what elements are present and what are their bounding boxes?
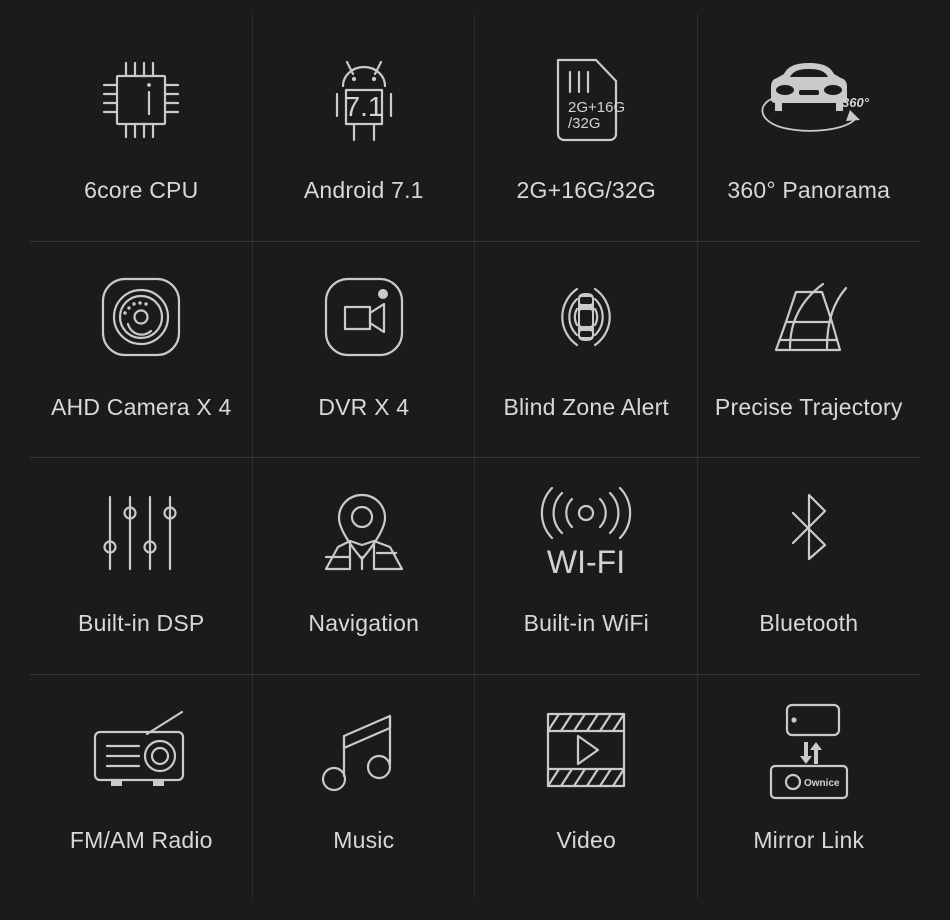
feature-label: Bluetooth	[759, 610, 859, 636]
cpu-chip-icon	[93, 38, 189, 162]
feature-grid: 6core CPU 7.1 Android 7.1 2G+16G /32G 2G…	[0, 0, 950, 920]
car-360-panorama-icon: 360°	[744, 38, 874, 162]
feature-card-mirror-link[interactable]: Ownice Mirror Link	[698, 674, 921, 891]
map-pin-icon	[316, 471, 412, 595]
sim-capacity-line2: /32G	[568, 115, 601, 132]
feature-card-dvr[interactable]: DVR X 4	[252, 230, 476, 465]
android-robot-icon: 7.1	[316, 38, 412, 162]
feature-card-memory-storage[interactable]: 2G+16G /32G 2G+16G/32G	[475, 14, 698, 248]
feature-label: DVR X 4	[318, 393, 410, 420]
feature-card-blind-zone-alert[interactable]: Blind Zone Alert	[475, 230, 698, 465]
blind-zone-radar-icon	[536, 255, 636, 379]
feature-label: Android 7.1	[303, 177, 424, 203]
feature-card-video[interactable]: Video	[475, 663, 698, 898]
feature-card-android-71[interactable]: 7.1 Android 7.1	[252, 14, 476, 248]
bluetooth-icon	[769, 471, 849, 595]
android-version-text: 7.1	[344, 91, 383, 122]
feature-label: Music	[333, 826, 395, 853]
wifi-text: WI-FI	[547, 544, 625, 580]
feature-card-precise-trajectory[interactable]: Precise Trajectory	[697, 241, 921, 458]
equalizer-sliders-icon	[96, 471, 186, 595]
feature-card-navigation[interactable]: Navigation	[252, 447, 476, 681]
feature-label: 2G+16G/32G	[516, 177, 656, 203]
ownice-brand-text: Ownice	[804, 778, 840, 789]
feature-label: Precise Trajectory	[714, 393, 903, 420]
feature-label: 6core CPU	[84, 177, 199, 203]
music-note-icon	[320, 688, 408, 812]
feature-card-fm-am-radio[interactable]: FM/AM Radio	[30, 663, 253, 898]
feature-card-bluetooth[interactable]: Bluetooth	[697, 457, 921, 674]
feature-label: Built-in DSP	[78, 610, 205, 636]
feature-card-6core-cpu[interactable]: 6core CPU	[30, 14, 253, 248]
feature-label: FM/AM Radio	[69, 826, 213, 853]
radio-icon	[87, 688, 195, 812]
feature-label: 360° Panorama	[727, 177, 891, 203]
wifi-signal-icon: WI-FI	[534, 471, 638, 595]
feature-card-built-in-wifi[interactable]: WI-FI Built-in WiFi	[475, 447, 698, 681]
feature-label: Blind Zone Alert	[503, 393, 670, 420]
feature-label: AHD Camera X 4	[51, 393, 232, 420]
parking-trajectory-icon	[760, 255, 858, 379]
feature-card-360-panorama[interactable]: 360° 360° Panorama	[697, 24, 921, 241]
feature-label: Navigation	[308, 610, 420, 636]
mirror-link-icon: Ownice	[757, 688, 861, 812]
camera-lens-icon	[95, 255, 187, 379]
panorama-degree-text: 360°	[842, 95, 870, 110]
feature-label: Mirror Link	[753, 826, 865, 853]
sim-card-icon: 2G+16G /32G	[542, 38, 630, 162]
feature-card-built-in-dsp[interactable]: Built-in DSP	[30, 447, 253, 681]
feature-label: Video	[556, 826, 616, 853]
sim-capacity-line1: 2G+16G	[568, 99, 625, 116]
video-camera-icon	[318, 255, 410, 379]
feature-card-music[interactable]: Music	[253, 663, 476, 898]
feature-label: Built-in WiFi	[523, 610, 649, 636]
feature-card-ahd-camera[interactable]: AHD Camera X 4	[30, 230, 253, 465]
film-play-icon	[540, 688, 632, 812]
